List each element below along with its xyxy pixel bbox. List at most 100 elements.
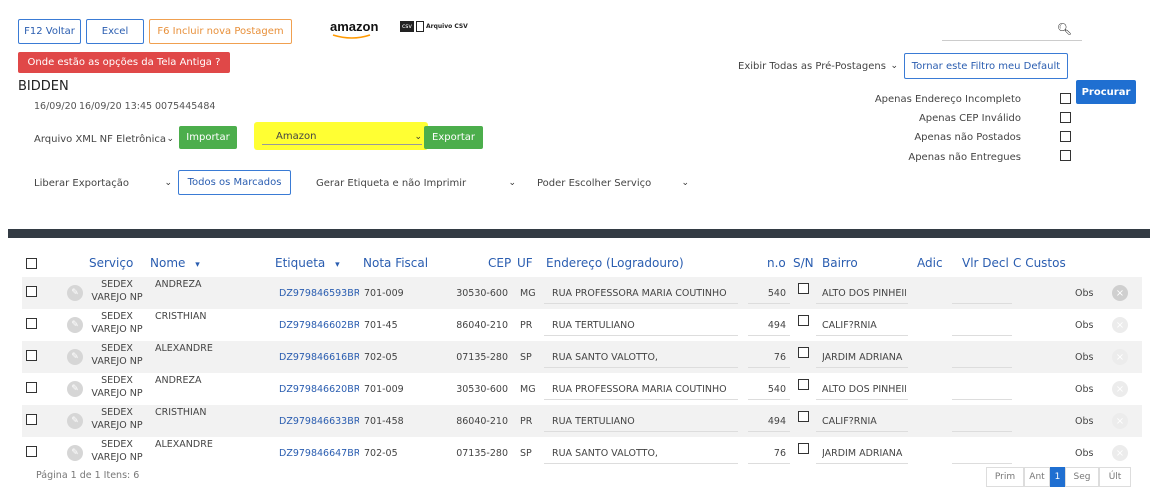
header-uf[interactable]: UF	[517, 256, 533, 270]
header-nome[interactable]: Nome ▾	[150, 256, 200, 270]
row-obs[interactable]: Obs	[1075, 416, 1099, 427]
header-nota-fiscal[interactable]: Nota Fiscal	[363, 256, 428, 270]
row-obs[interactable]: Obs	[1075, 320, 1099, 331]
row-obs[interactable]: Obs	[1075, 352, 1099, 363]
row-obs[interactable]: Obs	[1075, 288, 1099, 299]
header-cep[interactable]: CEP	[488, 256, 511, 270]
header-endereco[interactable]: Endereço (Logradouro)	[546, 256, 684, 270]
back-button[interactable]: F12 Voltar	[18, 19, 81, 44]
amazon-logo[interactable]: amazon	[330, 19, 380, 41]
table-row[interactable]: ✎ SEDEX VAREJO NP ALEXANDRE DZ979846616BR 702…	[22, 341, 1142, 373]
close-icon[interactable]: ×	[1112, 285, 1128, 301]
row-endereco-underline	[544, 399, 738, 400]
pencil-icon[interactable]: ✎	[67, 413, 83, 429]
pencil-icon[interactable]: ✎	[67, 445, 83, 461]
close-icon[interactable]: ×	[1112, 445, 1128, 461]
search-icon[interactable]: 🔍︎	[1057, 22, 1072, 36]
excel-button[interactable]: Excel	[86, 19, 144, 44]
row-obs[interactable]: Obs	[1075, 384, 1099, 395]
header-servico[interactable]: Serviço	[89, 256, 133, 270]
xml-import-value: Arquivo XML NF Eletrônica	[34, 133, 167, 145]
table-row[interactable]: ✎ SEDEX VAREJO NP CRISTHIAN DZ979846633BR 701…	[22, 405, 1142, 437]
filter-incomplete-checkbox[interactable]	[1060, 93, 1071, 104]
service-choice-select[interactable]: Poder Escolher Serviço ⌄	[537, 175, 689, 191]
table-row[interactable]: ✎ SEDEX VAREJO NP ALEXANDRE DZ979846647BR 702…	[22, 437, 1142, 469]
row-sn-checkbox[interactable]	[798, 283, 809, 294]
row-sn-checkbox[interactable]	[798, 411, 809, 422]
row-etiqueta-link[interactable]: DZ979846616BR	[279, 352, 359, 363]
row-obs[interactable]: Obs	[1075, 448, 1099, 459]
row-etiqueta-link[interactable]: DZ979846602BR	[279, 320, 359, 331]
pencil-icon[interactable]: ✎	[67, 285, 83, 301]
table-row[interactable]: ✎ SEDEX VAREJO NP ANDREZA DZ979846593BR 701-0…	[22, 277, 1142, 309]
row-checkbox[interactable]	[26, 382, 37, 393]
pencil-icon[interactable]: ✎	[67, 381, 83, 397]
csv-file-button[interactable]: csv Arquivo CSV	[400, 21, 468, 32]
row-etiqueta-link[interactable]: DZ979846633BR	[279, 416, 359, 427]
row-nota-fiscal: 701-45	[364, 320, 398, 331]
search-input[interactable]: 🔍︎	[942, 20, 1082, 41]
close-icon[interactable]: ×	[1112, 381, 1128, 397]
table-row[interactable]: ✎ SEDEX VAREJO NP ANDREZA DZ979846620BR 701-0…	[22, 373, 1142, 405]
close-icon[interactable]: ×	[1112, 413, 1128, 429]
row-sn-checkbox[interactable]	[798, 347, 809, 358]
all-marked-button[interactable]: Todos os Marcados	[178, 170, 291, 195]
show-postings-select[interactable]: Exibir Todas as Pré-Postagens ⌄	[738, 56, 898, 76]
row-endereco: RUA TERTULIANO	[552, 320, 635, 331]
pager-first[interactable]: Prim	[986, 467, 1024, 487]
release-export-select[interactable]: Liberar Exportação ⌄	[34, 175, 172, 191]
select-all-checkbox[interactable]	[26, 258, 37, 269]
import-button[interactable]: Importar	[179, 126, 237, 149]
filter-invalid-cep-checkbox[interactable]	[1060, 112, 1071, 123]
row-etiqueta-link[interactable]: DZ979846647BR	[279, 448, 359, 459]
export-button[interactable]: Exportar	[424, 126, 483, 149]
pager-prev[interactable]: Ant	[1024, 467, 1050, 487]
header-bairro[interactable]: Bairro	[822, 256, 858, 270]
row-checkbox[interactable]	[26, 446, 37, 457]
marketplace-select[interactable]: Amazon ⌄	[262, 129, 422, 145]
filter-not-delivered-checkbox[interactable]	[1060, 150, 1071, 161]
header-numero[interactable]: n.o	[767, 256, 786, 270]
row-nome: CRISTHIAN	[155, 311, 207, 322]
row-checkbox[interactable]	[26, 414, 37, 425]
row-sn-checkbox[interactable]	[798, 443, 809, 454]
pager-next[interactable]: Seg	[1065, 467, 1099, 487]
row-checkbox[interactable]	[26, 286, 37, 297]
pencil-icon[interactable]: ✎	[67, 317, 83, 333]
row-checkbox[interactable]	[26, 318, 37, 329]
row-numero: 76	[773, 448, 786, 459]
row-servico-line2: VAREJO NP	[91, 292, 143, 303]
pager-current[interactable]: 1	[1050, 467, 1065, 487]
chevron-down-icon: ⌄	[164, 178, 172, 188]
filter-not-posted-label: Apenas não Postados	[914, 132, 1021, 143]
row-endereco: RUA PROFESSORA MARIA COUTINHO	[552, 384, 727, 395]
close-icon[interactable]: ×	[1112, 317, 1128, 333]
row-cep: 07135-280	[456, 448, 508, 459]
row-sn-checkbox[interactable]	[798, 315, 809, 326]
close-icon[interactable]: ×	[1112, 349, 1128, 365]
pencil-icon[interactable]: ✎	[67, 349, 83, 365]
xml-import-select[interactable]: Arquivo XML NF Eletrônica ⌄	[34, 131, 174, 147]
row-etiqueta-link[interactable]: DZ979846593BR	[279, 288, 359, 299]
filter-not-posted-checkbox[interactable]	[1060, 131, 1071, 142]
row-nota-fiscal: 702-05	[364, 448, 398, 459]
search-button[interactable]: Procurar	[1076, 80, 1136, 104]
old-screen-options-button[interactable]: Onde estão as opções da Tela Antiga ?	[18, 52, 230, 73]
header-vlr-decl[interactable]: Vlr Decl	[962, 256, 1009, 270]
new-posting-button[interactable]: F6 Incluir nova Postagem	[149, 19, 292, 44]
row-checkbox[interactable]	[26, 350, 37, 361]
label-generation-select[interactable]: Gerar Etiqueta e não Imprimir ⌄	[316, 175, 516, 191]
header-sn[interactable]: S/N	[793, 256, 814, 270]
row-sn-checkbox[interactable]	[798, 379, 809, 390]
header-adic[interactable]: Adic	[917, 256, 943, 270]
header-c-custos[interactable]: C Custos	[1013, 256, 1066, 270]
pager-last[interactable]: Últ	[1099, 467, 1131, 487]
header-etiqueta-label: Etiqueta	[275, 256, 326, 270]
row-endereco: RUA PROFESSORA MARIA COUTINHO	[552, 288, 727, 299]
header-etiqueta[interactable]: Etiqueta ▾	[275, 256, 340, 270]
row-etiqueta-link[interactable]: DZ979846620BR	[279, 384, 359, 395]
row-endereco: RUA SANTO VALOTTO,	[552, 448, 658, 459]
row-endereco: RUA SANTO VALOTTO,	[552, 352, 658, 363]
set-default-filter-button[interactable]: Tornar este Filtro meu Default	[904, 53, 1068, 79]
table-row[interactable]: ✎ SEDEX VAREJO NP CRISTHIAN DZ979846602BR 701…	[22, 309, 1142, 341]
